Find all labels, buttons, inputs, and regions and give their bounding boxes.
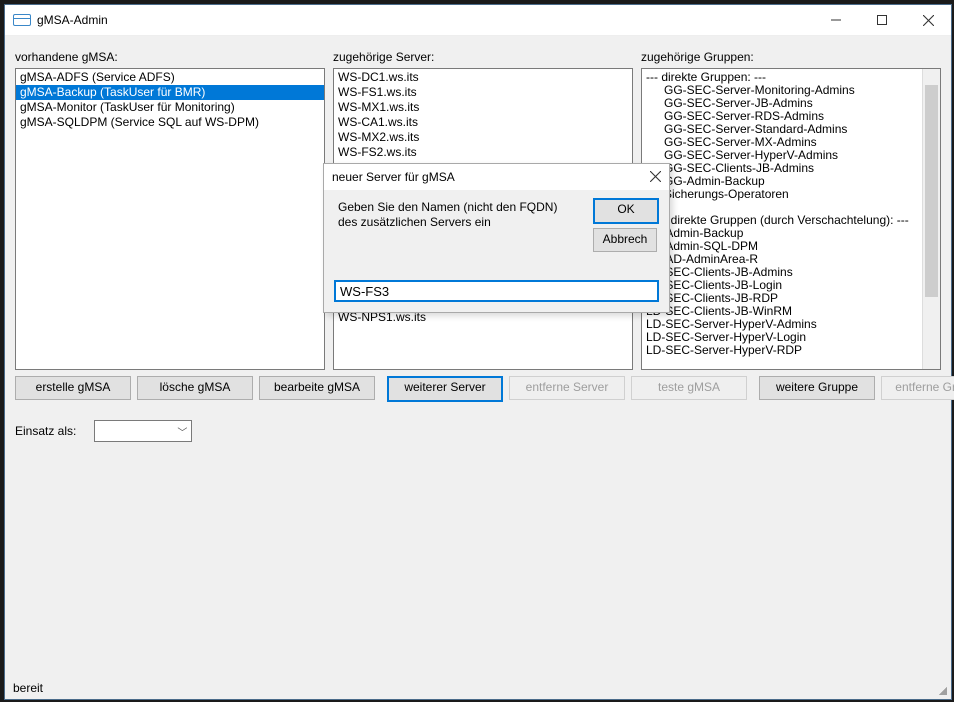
list-item[interactable]: LD-SEC-Clients-JB-RDP [642,292,940,305]
dialog-cancel-button[interactable]: Abbrech [593,228,657,252]
list-item[interactable]: LD-SEC-Server-HyperV-Login [642,331,940,344]
einsatz-combobox[interactable]: ﹀ [94,420,192,442]
resize-grip-icon[interactable] [933,681,947,695]
remove-group-button: entferne Gruppe [881,376,954,400]
list-item[interactable]: gMSA-ADFS (Service ADFS) [16,70,324,85]
list-item[interactable]: gMSA-Monitor (TaskUser für Monitoring) [16,100,324,115]
button-row: erstelle gMSA lösche gMSA bearbeite gMSA… [15,376,941,402]
list-item[interactable]: gMSA-Backup (TaskUser für BMR) [16,85,324,100]
list-item[interactable]: --- direkte Gruppen: --- [642,71,940,84]
list-item[interactable]: Sicherungs-Operatoren [642,188,940,201]
list-item[interactable] [642,201,940,214]
gmsa-list-label: vorhandene gMSA: [15,50,325,64]
delete-gmsa-button[interactable]: lösche gMSA [137,376,253,400]
client-area: vorhandene gMSA: gMSA-ADFS (Service ADFS… [5,36,951,699]
list-item[interactable]: LD-SEC-Clients-JB-Login [642,279,940,292]
remove-server-button: entferne Server [509,376,625,400]
chevron-down-icon: ﹀ [177,424,187,439]
list-item[interactable]: GG-SEC-Server-RDS-Admins [642,110,940,123]
dialog-prompt-text: Geben Sie den Namen (nicht den FQDN) des… [338,200,579,230]
list-item[interactable]: LD-SEC-Server-HyperV-RDP [642,344,940,357]
titlebar: gMSA-Admin [5,5,951,36]
einsatz-row: Einsatz als: ﹀ [15,420,192,442]
add-server-button[interactable]: weiterer Server [387,376,503,402]
status-text: bereit [13,681,43,695]
app-icon [13,14,31,26]
list-item[interactable]: LD-AD-AdminArea-R [642,253,940,266]
close-button[interactable] [905,5,951,35]
einsatz-label: Einsatz als: [15,424,76,438]
list-item[interactable]: GG-SEC-Server-HyperV-Admins [642,149,940,162]
list-item[interactable]: --- indirekte Gruppen (durch Verschachte… [642,214,940,227]
list-item[interactable]: GG-SEC-Server-JB-Admins [642,97,940,110]
dialog-close-icon[interactable] [650,169,661,185]
gmsa-listbox[interactable]: gMSA-ADFS (Service ADFS)gMSA-Backup (Tas… [15,68,325,370]
list-item[interactable]: GG-SEC-Server-Standard-Admins [642,123,940,136]
list-item[interactable]: WS-CA1.ws.its [334,115,632,130]
group-scrollbar[interactable] [922,69,940,369]
app-window: gMSA-Admin vorhandene gMSA: gMSA-ADFS (S… [4,4,952,700]
maximize-button[interactable] [859,5,905,35]
list-item[interactable]: WS-DC1.ws.its [334,70,632,85]
test-gmsa-button: teste gMSA [631,376,747,400]
edit-gmsa-button[interactable]: bearbeite gMSA [259,376,375,400]
group-listbox[interactable]: --- direkte Gruppen: ---GG-SEC-Server-Mo… [641,68,941,370]
list-item[interactable]: GG-Admin-Backup [642,175,940,188]
list-item[interactable]: WS-FS1.ws.its [334,85,632,100]
dialog-title: neuer Server für gMSA [332,170,455,184]
list-item[interactable]: gMSA-SQLDPM (Service SQL auf WS-DPM) [16,115,324,130]
group-list-label: zugehörige Gruppen: [641,50,941,64]
list-item[interactable]: LD-SEC-Server-HyperV-Admins [642,318,940,331]
dialog-server-input[interactable] [334,280,659,302]
window-title: gMSA-Admin [37,13,108,27]
create-gmsa-button[interactable]: erstelle gMSA [15,376,131,400]
list-item[interactable]: WS-MX1.ws.its [334,100,632,115]
list-item[interactable]: GG-SEC-Server-MX-Admins [642,136,940,149]
list-item[interactable]: LD-Admin-Backup [642,227,940,240]
server-list-label: zugehörige Server: [333,50,633,64]
new-server-dialog: neuer Server für gMSA Geben Sie den Name… [323,163,670,313]
add-group-button[interactable]: weitere Gruppe [759,376,875,400]
dialog-ok-button[interactable]: OK [593,198,659,224]
list-item[interactable]: LD-Admin-SQL-DPM [642,240,940,253]
minimize-button[interactable] [813,5,859,35]
list-item[interactable]: WS-MX2.ws.its [334,130,632,145]
status-bar: bereit [5,677,951,699]
list-item[interactable]: LD-SEC-Clients-JB-WinRM [642,305,940,318]
list-item[interactable]: LD-SEC-Clients-JB-Admins [642,266,940,279]
scrollbar-thumb[interactable] [925,85,938,297]
list-item[interactable]: WS-FS2.ws.its [334,145,632,160]
list-item[interactable]: GG-SEC-Server-Monitoring-Admins [642,84,940,97]
list-item[interactable]: GG-SEC-Clients-JB-Admins [642,162,940,175]
